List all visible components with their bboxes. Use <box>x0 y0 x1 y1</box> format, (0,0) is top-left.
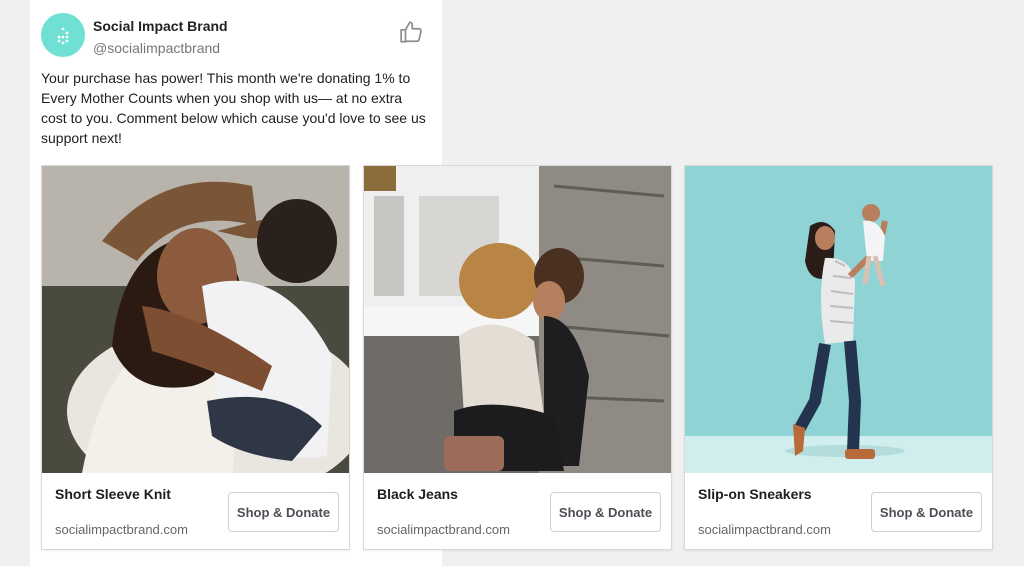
shop-donate-button[interactable]: Shop & Donate <box>228 492 339 532</box>
product-card[interactable]: Slip-on Sneakers socialimpactbrand.com S… <box>684 165 993 550</box>
product-title[interactable]: Slip-on Sneakers <box>698 486 812 502</box>
product-image[interactable] <box>364 166 671 473</box>
product-card[interactable]: Black Jeans socialimpactbrand.com Shop &… <box>363 165 672 550</box>
post-text: Your purchase has power! This month we'r… <box>41 70 426 146</box>
product-url: socialimpactbrand.com <box>698 522 831 537</box>
shop-donate-button[interactable]: Shop & Donate <box>871 492 982 532</box>
product-url: socialimpactbrand.com <box>377 522 510 537</box>
shop-donate-button[interactable]: Shop & Donate <box>550 492 661 532</box>
brand-avatar[interactable] <box>41 13 85 57</box>
like-button[interactable] <box>399 19 425 45</box>
thumbs-up-icon <box>400 21 422 43</box>
product-url: socialimpactbrand.com <box>55 522 188 537</box>
product-image[interactable] <box>685 166 992 473</box>
product-card[interactable]: Short Sleeve Knit socialimpactbrand.com … <box>41 165 350 550</box>
dots-logo-icon <box>57 27 69 45</box>
product-title[interactable]: Short Sleeve Knit <box>55 486 171 502</box>
post-header: Social Impact Brand @socialimpactbrand <box>41 11 431 59</box>
brand-name[interactable]: Social Impact Brand <box>93 18 228 34</box>
brand-handle[interactable]: @socialimpactbrand <box>93 40 220 56</box>
product-image[interactable] <box>42 166 349 473</box>
product-title[interactable]: Black Jeans <box>377 486 458 502</box>
